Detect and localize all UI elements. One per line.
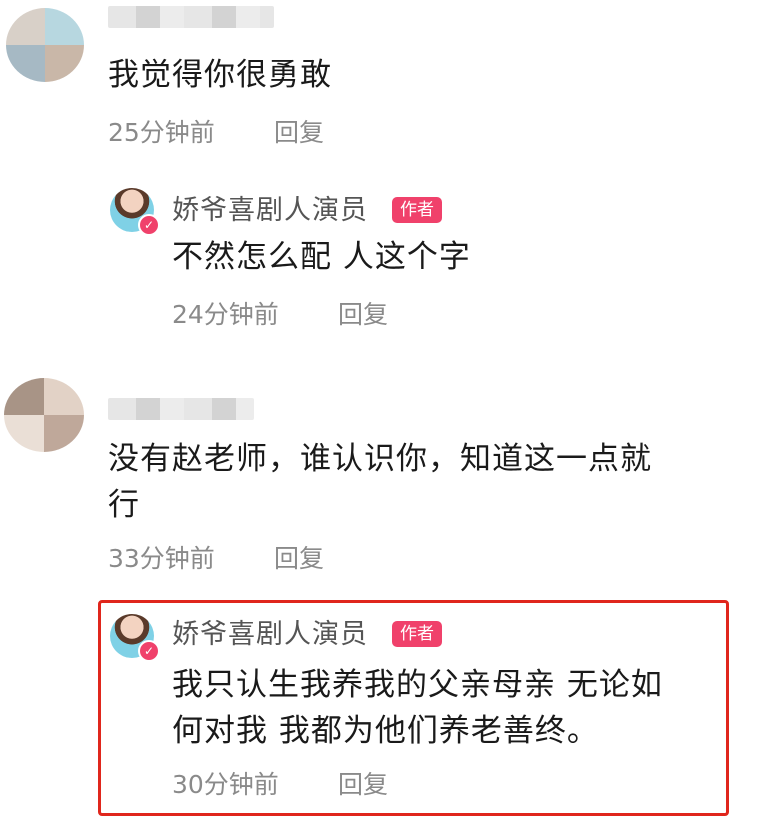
commenter-name-blurred-2[interactable] (108, 398, 254, 420)
reply-time-1: 24分钟前 (172, 300, 279, 329)
comment-text-1: 我觉得你很勇敢 (108, 57, 332, 93)
author-badge-1: 作者 (392, 197, 442, 223)
reply-button-2[interactable]: 回复 (338, 300, 388, 330)
reply-text-2-line2: 何对我 我都为他们养老善终。 (172, 713, 599, 749)
verified-check-icon: ✓ (138, 214, 160, 236)
comment-time-1: 25分钟前 (108, 118, 215, 147)
author-name-1[interactable]: 娇爷喜剧人演员 (172, 194, 368, 228)
commenter-avatar-1[interactable] (6, 8, 84, 82)
author-name-2[interactable]: 娇爷喜剧人演员 (172, 618, 368, 652)
comment-text-2-line1: 没有赵老师，谁认识你，知道这一点就 (108, 441, 652, 477)
comment-text-2-line2: 行 (108, 487, 140, 523)
author-avatar-1[interactable]: ✓ (110, 188, 160, 236)
reply-button-1[interactable]: 回复 (274, 118, 324, 148)
reply-button-3[interactable]: 回复 (274, 544, 324, 574)
reply-time-2: 30分钟前 (172, 770, 279, 799)
author-avatar-2[interactable]: ✓ (110, 614, 160, 662)
reply-text-2-line1: 我只认生我养我的父亲母亲 无论如 (172, 667, 663, 703)
author-badge-2: 作者 (392, 621, 442, 647)
commenter-name-blurred-1[interactable] (108, 6, 274, 28)
comment-time-2: 33分钟前 (108, 544, 215, 573)
commenter-avatar-2[interactable] (4, 378, 84, 452)
reply-text-1: 不然怎么配 人这个字 (172, 239, 471, 275)
reply-button-4[interactable]: 回复 (338, 770, 388, 800)
verified-check-icon: ✓ (138, 640, 160, 662)
